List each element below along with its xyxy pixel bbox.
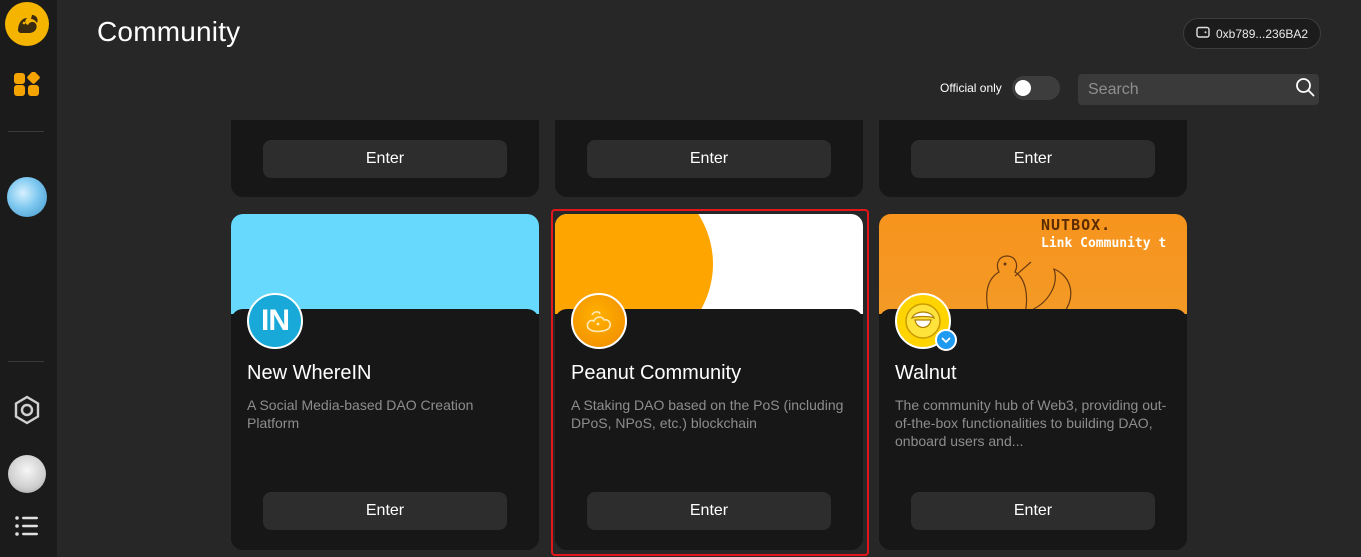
community-name: New WhereIN xyxy=(247,362,372,384)
squirrel-illustration xyxy=(986,255,1072,314)
community-card-new-wherein[interactable]: IN New WhereIN A Social Media-based DAO … xyxy=(231,214,539,550)
page-title: Community xyxy=(97,16,241,47)
community-description: A Staking DAO based on the PoS (includin… xyxy=(571,397,844,431)
enter-button[interactable]: Enter xyxy=(587,140,831,178)
apps-icon[interactable] xyxy=(5,64,49,108)
sidebar-divider xyxy=(8,131,44,132)
nutbox-logo-icon[interactable] xyxy=(5,2,49,46)
community-card-walnut[interactable]: NUTBOX. Link Community t Walnut The comm… xyxy=(879,214,1187,550)
community-card: Enter xyxy=(231,120,539,197)
official-only-label: Official only xyxy=(940,81,1002,95)
community-card: Enter xyxy=(879,120,1187,197)
peanut-logo-icon xyxy=(571,293,627,349)
cover-brand-text: NUTBOX. xyxy=(1041,216,1112,234)
enter-button[interactable]: Enter xyxy=(263,140,507,178)
search-input[interactable] xyxy=(1088,80,1295,99)
joined-community-avatar[interactable] xyxy=(5,175,49,219)
community-description: The community hub of Web3, providing out… xyxy=(895,397,1167,449)
wallet-icon xyxy=(1196,25,1210,42)
enter-button[interactable]: Enter xyxy=(263,492,507,530)
search-icon[interactable] xyxy=(1295,77,1315,102)
community-name: Peanut Community xyxy=(571,362,742,384)
settings-hexagon-icon[interactable] xyxy=(5,388,49,432)
enter-button[interactable]: Enter xyxy=(911,140,1155,178)
community-description: A Social Media-based DAO Creation Platfo… xyxy=(247,397,474,431)
sidebar-divider xyxy=(8,361,44,362)
community-name: Walnut xyxy=(895,362,957,384)
community-card: Enter xyxy=(555,120,863,197)
wherein-logo-icon: IN xyxy=(247,293,303,349)
official-only-filter: Official only xyxy=(940,76,1060,100)
menu-list-icon[interactable] xyxy=(5,504,49,548)
search-bar xyxy=(1078,74,1319,105)
wallet-address-button[interactable]: 0xb789...236BA2 xyxy=(1183,18,1321,49)
user-avatar[interactable] xyxy=(5,452,49,496)
enter-button[interactable]: Enter xyxy=(587,492,831,530)
sidebar xyxy=(0,0,57,557)
community-grid: Enter Enter Enter IN New WhereIN A Socia… xyxy=(57,120,1361,557)
wallet-address: 0xb789...236BA2 xyxy=(1216,26,1309,41)
community-card-peanut[interactable]: Peanut Community A Staking DAO based on … xyxy=(555,214,863,550)
official-only-toggle[interactable] xyxy=(1011,76,1060,100)
toggle-knob xyxy=(1014,80,1031,96)
verified-badge-icon xyxy=(935,329,957,351)
enter-button[interactable]: Enter xyxy=(911,492,1155,530)
